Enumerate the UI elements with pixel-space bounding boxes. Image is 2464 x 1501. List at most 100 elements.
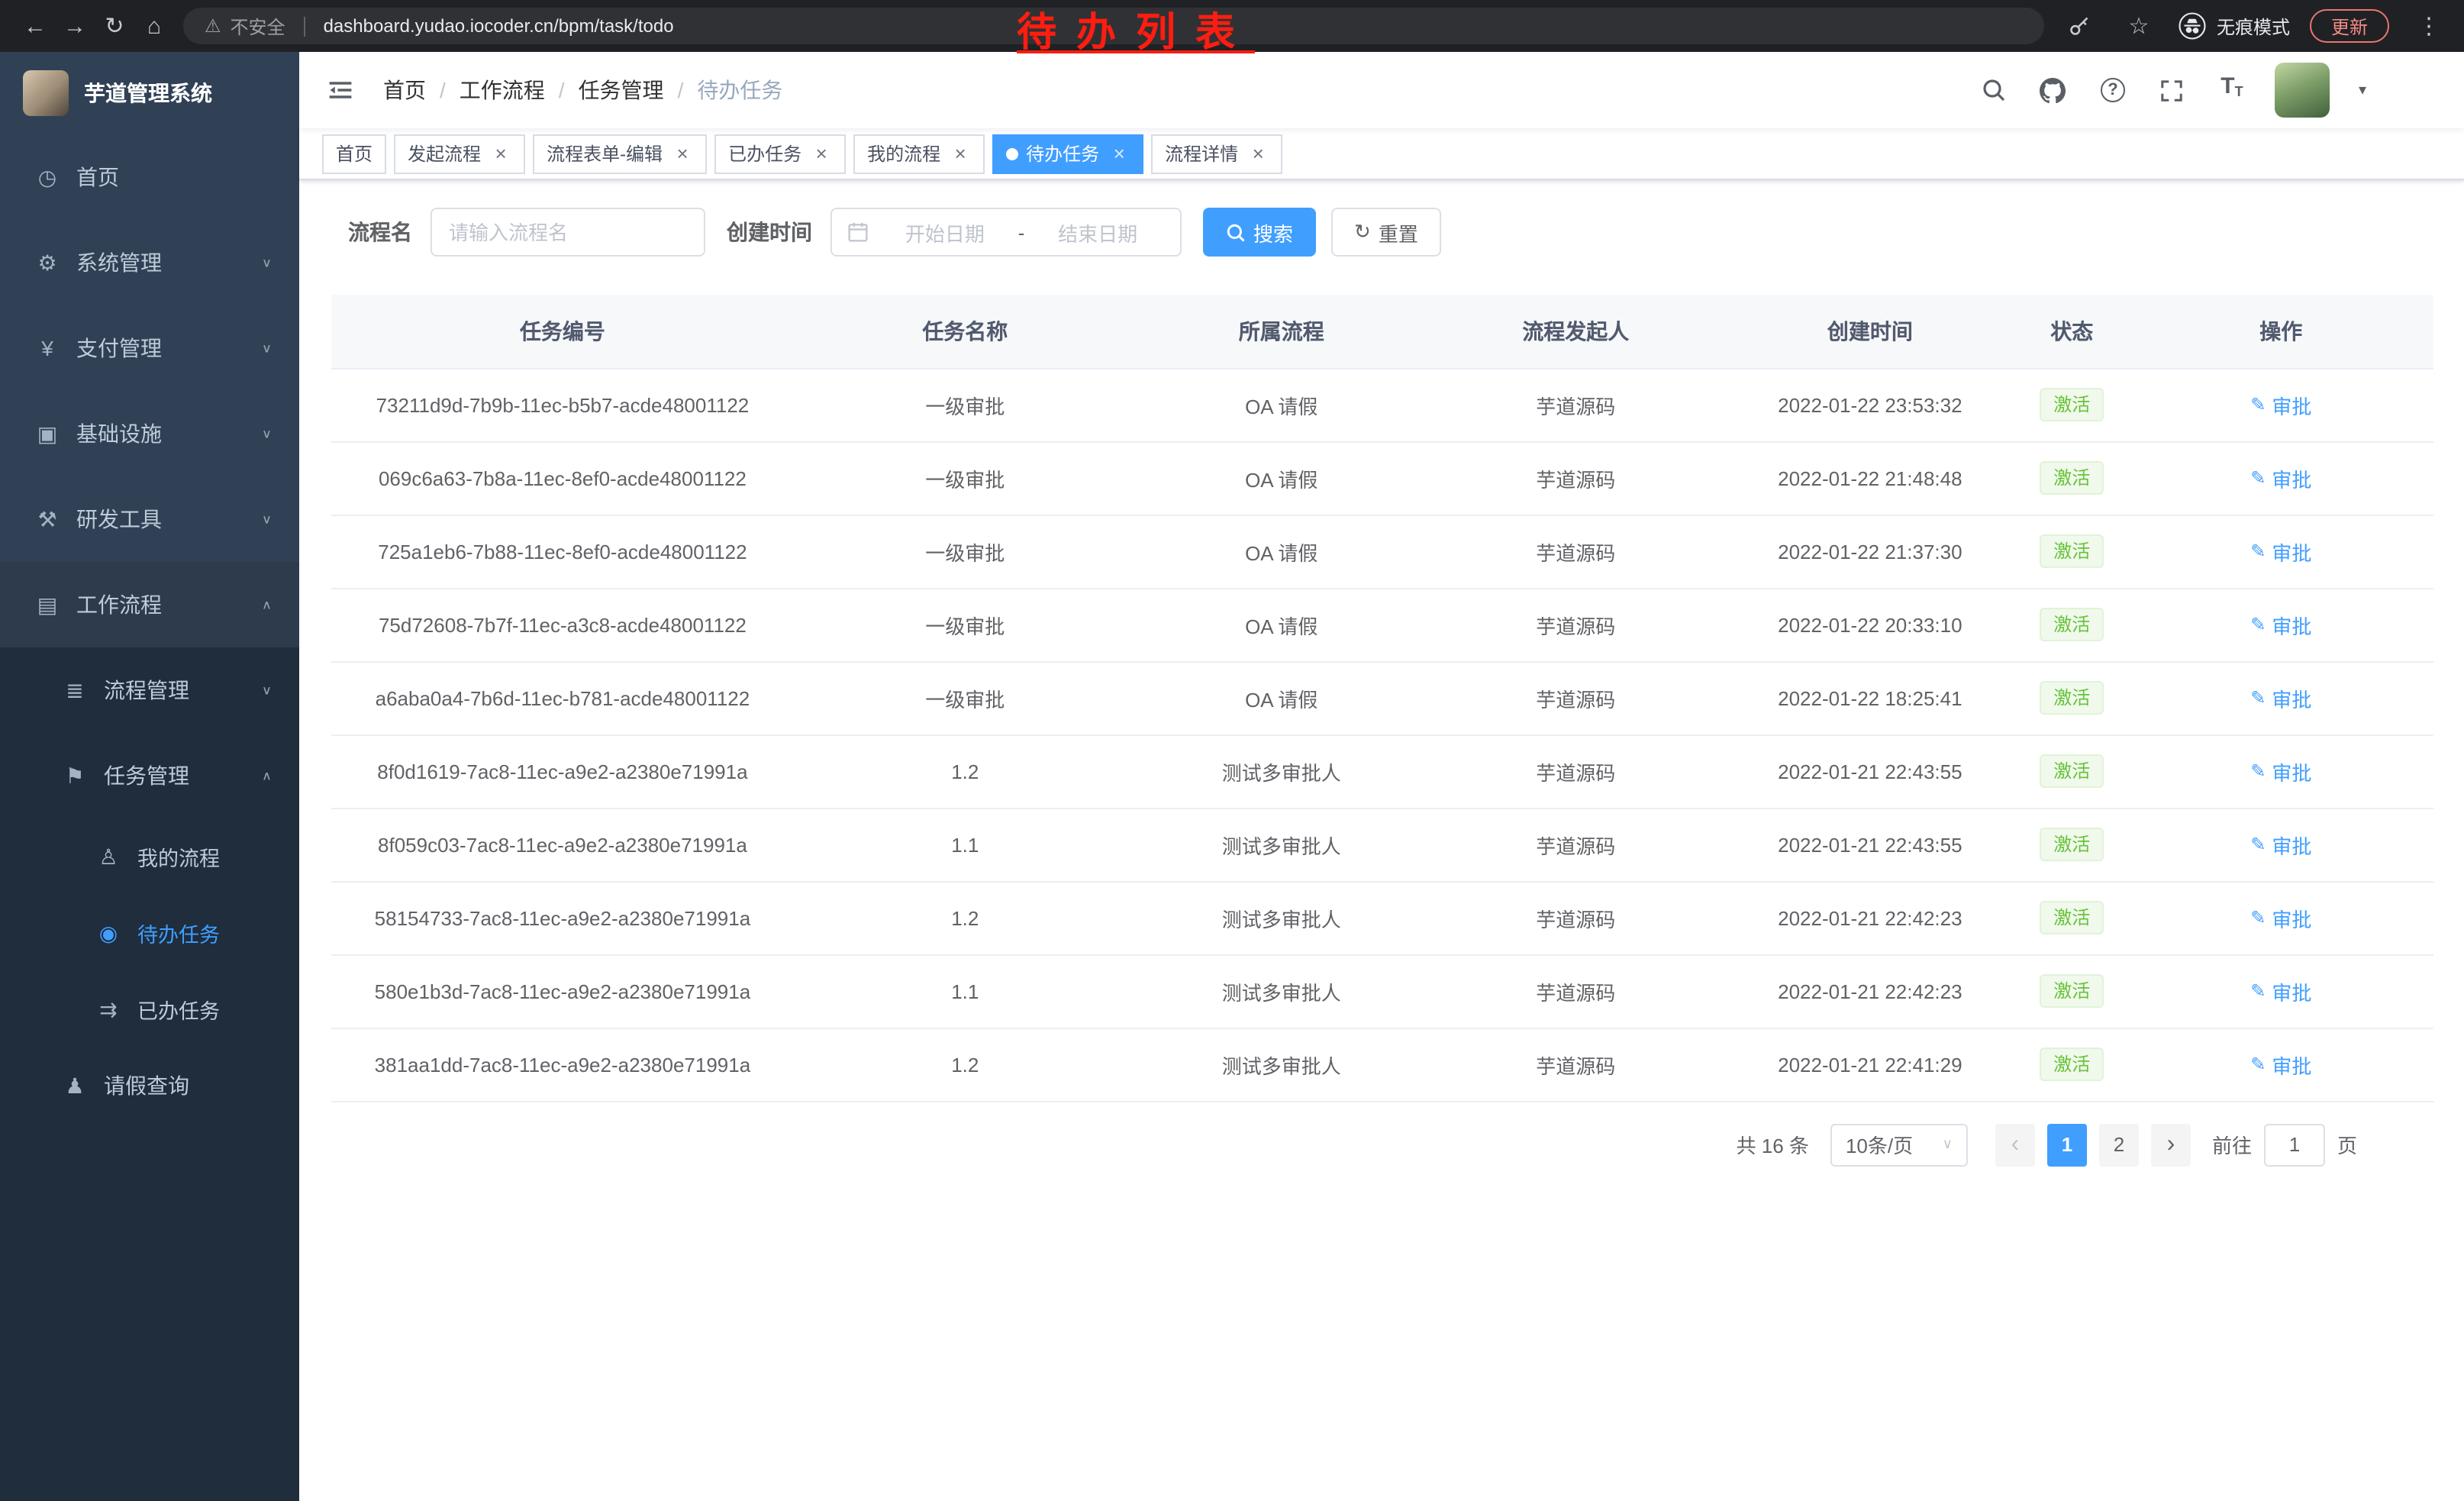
font-size-icon[interactable]: TT (2215, 73, 2249, 107)
cell-created-time: 2022-01-22 21:37:30 (1725, 515, 2015, 588)
tab-start-process[interactable]: 发起流程 × (394, 134, 525, 173)
page-size-select[interactable]: 10条/页 ∨ (1830, 1123, 1968, 1166)
pagination: 共 16 条 10条/页 ∨ ‹ 12 › 前往 页 (299, 1123, 2357, 1166)
approve-button[interactable]: ✎ 审批 (2250, 683, 2311, 712)
edit-icon: ✎ (2250, 541, 2266, 562)
edit-icon: ✎ (2250, 1054, 2266, 1075)
edit-icon: ✎ (2250, 980, 2266, 1002)
column-actions: 操作 (2129, 295, 2433, 368)
close-icon[interactable]: × (950, 143, 971, 164)
cell-initiator: 芋道源码 (1427, 954, 1725, 1028)
sidebar-item-system[interactable]: ⚙ 系统管理 ∨ (0, 220, 299, 305)
tab-done-tasks[interactable]: 已办任务 × (714, 134, 846, 173)
close-icon[interactable]: × (672, 143, 693, 164)
close-icon[interactable]: × (490, 143, 511, 164)
caret-down-icon[interactable]: ▾ (2359, 82, 2366, 98)
table-row: a6aba0a4-7b6d-11ec-b781-acde48001122 一级审… (331, 661, 2433, 734)
filter-bar: 流程名 创建时间 开始日期 - 结束日期 (348, 208, 2433, 257)
create-time-label: 创建时间 (727, 217, 812, 247)
page-button-2[interactable]: 2 (2099, 1123, 2139, 1166)
breadcrumb-workflow[interactable]: 工作流程 (460, 75, 545, 105)
status-badge: 激活 (2040, 974, 2104, 1008)
list-icon: ≣ (58, 677, 92, 703)
sidebar-item-home[interactable]: ◷ 首页 (0, 134, 299, 220)
approve-button[interactable]: ✎ 审批 (2250, 903, 2311, 932)
status-badge: 激活 (2040, 754, 2104, 788)
sidebar-item-devtools[interactable]: ⚒ 研发工具 ∨ (0, 476, 299, 562)
home-icon[interactable]: ⌂ (134, 6, 174, 46)
approve-button[interactable]: ✎ 审批 (2250, 830, 2311, 859)
sidebar-item-task-management[interactable]: ⚑ 任务管理 ∧ (0, 733, 299, 818)
cell-task-id: 8f059c03-7ac8-11ec-a9e2-a2380e71991a (331, 808, 794, 881)
approve-button[interactable]: ✎ 审批 (2250, 1050, 2311, 1079)
prev-page-button[interactable]: ‹ (1995, 1123, 2035, 1166)
approve-button[interactable]: ✎ 审批 (2250, 610, 2311, 639)
approve-button[interactable]: ✎ 审批 (2250, 463, 2311, 492)
cell-task-name: 一级审批 (794, 441, 1137, 515)
column-created-time: 创建时间 (1725, 295, 2015, 368)
help-icon[interactable]: ? (2096, 73, 2130, 107)
edit-icon: ✎ (2250, 614, 2266, 635)
next-page-button[interactable]: › (2151, 1123, 2191, 1166)
approve-button[interactable]: ✎ 审批 (2250, 390, 2311, 419)
hamburger-icon[interactable] (322, 72, 359, 108)
page-button-1[interactable]: 1 (2047, 1123, 2087, 1166)
process-name-input[interactable] (431, 208, 705, 257)
cell-task-id: 580e1b3d-7ac8-11ec-a9e2-a2380e71991a (331, 954, 794, 1028)
close-icon[interactable]: × (1108, 143, 1130, 164)
bookmark-star-icon[interactable]: ☆ (2119, 6, 2159, 46)
table-row: 725a1eb6-7b88-11ec-8ef0-acde48001122 一级审… (331, 515, 2433, 588)
fullscreen-icon[interactable] (2156, 73, 2189, 107)
warning-icon: ⚠ (205, 15, 221, 37)
chevron-icon: ∧ (262, 597, 272, 612)
app-title: 芋道管理系统 (84, 78, 212, 108)
update-button[interactable]: 更新 (2310, 9, 2389, 43)
edit-icon: ✎ (2250, 834, 2266, 855)
github-icon[interactable] (2037, 73, 2070, 107)
approve-button[interactable]: ✎ 审批 (2250, 757, 2311, 786)
sidebar-item-leave-query[interactable]: ♟ 请假查询 (0, 1047, 299, 1124)
sidebar-item-infrastructure[interactable]: ▣ 基础设施 ∨ (0, 391, 299, 476)
page-content: 流程名 创建时间 开始日期 - 结束日期 (299, 180, 2464, 1166)
sidebar-item-workflow[interactable]: ▤ 工作流程 ∧ (0, 562, 299, 647)
cell-initiator: 芋道源码 (1427, 515, 1725, 588)
key-icon[interactable] (2059, 6, 2099, 46)
cell-process: 测试多审批人 (1137, 734, 1427, 808)
breadcrumb-home[interactable]: 首页 (383, 75, 426, 105)
refresh-icon[interactable]: ↻ (95, 6, 134, 46)
cell-initiator: 芋道源码 (1427, 808, 1725, 881)
sidebar-item-my-process[interactable]: ♙ 我的流程 (0, 818, 299, 895)
table-row: 75d72608-7b7f-11ec-a3c8-acde48001122 一级审… (331, 588, 2433, 661)
search-icon[interactable] (1977, 73, 2011, 107)
column-process: 所属流程 (1137, 295, 1427, 368)
sidebar: 芋道管理系统 ◷ 首页 ⚙ 系统管理 ∨ ¥ 支付管理 ∨ (0, 52, 299, 1501)
tab-todo-tasks[interactable]: 待办任务 × (992, 134, 1143, 173)
avatar[interactable] (2275, 63, 2330, 118)
kebab-menu-icon[interactable]: ⋮ (2409, 6, 2449, 46)
approve-button[interactable]: ✎ 审批 (2250, 537, 2311, 566)
breadcrumb-task-management[interactable]: 任务管理 (579, 75, 664, 105)
tab-my-process[interactable]: 我的流程 × (853, 134, 985, 173)
tab-process-detail[interactable]: 流程详情 × (1151, 134, 1282, 173)
goto-page-input[interactable] (2264, 1123, 2325, 1166)
security-label[interactable]: 不安全 (231, 13, 285, 39)
tab-process-form-edit[interactable]: 流程表单-编辑 × (533, 134, 707, 173)
back-icon[interactable]: ← (15, 6, 55, 46)
arrows-icon: ⇉ (92, 996, 125, 1022)
search-button[interactable]: 搜索 (1203, 208, 1316, 257)
approve-button[interactable]: ✎ 审批 (2250, 976, 2311, 1006)
reset-button[interactable]: ↻ 重置 (1331, 208, 1441, 257)
sidebar-item-done-tasks[interactable]: ⇉ 已办任务 (0, 971, 299, 1047)
close-icon[interactable]: × (1247, 143, 1269, 164)
cell-task-id: 069c6a63-7b8a-11ec-8ef0-acde48001122 (331, 441, 794, 515)
tab-home[interactable]: 首页 (322, 134, 386, 173)
date-range-picker[interactable]: 开始日期 - 结束日期 (830, 208, 1182, 257)
cell-process: OA 请假 (1137, 515, 1427, 588)
cell-created-time: 2022-01-21 22:42:23 (1725, 881, 2015, 954)
sidebar-item-payment[interactable]: ¥ 支付管理 ∨ (0, 305, 299, 391)
url-text: dashboard.yudao.iocoder.cn/bpm/task/todo (324, 15, 674, 37)
sidebar-item-process-management[interactable]: ≣ 流程管理 ∨ (0, 647, 299, 733)
sidebar-item-todo-tasks[interactable]: ◉ 待办任务 (0, 895, 299, 971)
close-icon[interactable]: × (811, 143, 832, 164)
forward-icon[interactable]: → (55, 6, 95, 46)
